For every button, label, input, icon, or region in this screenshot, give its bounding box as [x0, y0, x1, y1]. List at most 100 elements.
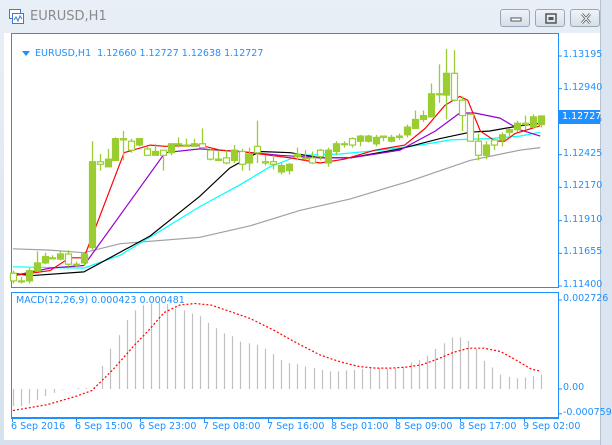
candle — [159, 149, 168, 171]
candle — [41, 252, 50, 265]
price-chart[interactable] — [0, 0, 612, 445]
candle-body-bull — [245, 153, 254, 164]
candle — [521, 115, 530, 130]
candle-body-bull — [104, 158, 113, 168]
candle-body-bear — [9, 272, 18, 282]
candle — [182, 138, 191, 147]
candle — [25, 268, 34, 284]
current-price-label: 1.12727 — [559, 110, 601, 124]
candle — [104, 148, 113, 168]
candle — [48, 255, 57, 260]
candle-body-bull — [419, 114, 428, 121]
candle — [277, 162, 286, 175]
time-tick-label: 8 Sep 01:00 — [331, 421, 389, 432]
candle — [127, 138, 136, 153]
candle — [395, 133, 404, 140]
candle-body-bear — [238, 150, 247, 165]
candle — [214, 150, 223, 162]
candle-body-bull — [387, 136, 396, 142]
collapse-arrow-icon[interactable] — [22, 51, 31, 56]
candle — [143, 146, 152, 156]
candle-body-bear — [48, 257, 57, 260]
candle — [403, 124, 412, 138]
candle — [332, 141, 341, 156]
candle — [198, 128, 207, 149]
candle — [356, 134, 365, 147]
candle-body-bull — [167, 143, 176, 154]
candle-body-bull — [364, 135, 373, 142]
candle-body-bull — [403, 126, 412, 136]
candle-body-bear — [348, 138, 357, 146]
price-tick-label: 1.11655 — [563, 246, 603, 258]
candle-body-bear — [490, 139, 499, 146]
time-tick-label: 8 Sep 09:00 — [395, 421, 453, 432]
candle — [490, 138, 499, 151]
candle-body-bull — [293, 153, 302, 158]
candle-body-bull — [190, 143, 199, 147]
candle-body-bear — [182, 144, 191, 147]
candle-body-bear — [474, 140, 483, 156]
candle — [238, 148, 247, 171]
candle-body-bull — [33, 262, 42, 272]
chart-header: EURUSD,H1 1.12660 1.12727 1.12638 1.1272… — [16, 37, 263, 59]
candle — [308, 151, 317, 165]
candle-body-bull — [356, 135, 365, 142]
candle-body-bull — [285, 163, 294, 172]
candle — [167, 143, 176, 156]
candle-body-bear — [261, 161, 270, 164]
candle-body-bull — [442, 72, 451, 96]
time-tick-label: 6 Sep 15:00 — [75, 421, 133, 432]
candle — [427, 83, 436, 118]
candle-body-bull — [88, 161, 97, 249]
price-tick-label: 1.12425 — [563, 147, 603, 159]
candle-body-bear — [127, 140, 136, 151]
candle-body-bull — [332, 143, 341, 153]
candle-body-bear — [466, 113, 475, 142]
candle — [387, 134, 396, 143]
candle-body-bear — [119, 138, 128, 141]
candle-body-bear — [521, 122, 530, 126]
time-tick-label: 6 Sep 23:00 — [139, 421, 197, 432]
candle-body-bear — [379, 135, 388, 138]
candle — [419, 110, 428, 122]
price-tick-label: 1.11400 — [563, 279, 603, 290]
time-tick-label: 7 Sep 08:00 — [203, 421, 261, 432]
candle-body-bull — [395, 135, 404, 138]
macd-tick-label: -0.000759 — [563, 406, 612, 418]
candle — [245, 147, 254, 171]
candle — [442, 48, 451, 120]
candle-body-bear — [206, 149, 215, 160]
price-tick-label: 1.13195 — [563, 49, 603, 60]
macd-tick-label: 0.002726 — [563, 293, 609, 304]
candle-body-bear — [72, 263, 81, 266]
candle — [505, 128, 514, 137]
candle-body-bull — [529, 116, 538, 128]
candle — [411, 110, 420, 129]
candle — [498, 132, 507, 147]
candle — [88, 141, 97, 251]
candle — [285, 162, 294, 175]
candle-body-bear — [17, 280, 26, 283]
candle-body-bull — [427, 93, 436, 118]
price-tick-label: 1.12170 — [563, 180, 603, 192]
candle-body-bull — [41, 255, 50, 264]
candle-body-bull — [151, 150, 160, 156]
candle — [316, 148, 325, 161]
candle — [80, 252, 89, 266]
candle — [348, 137, 357, 148]
candle — [135, 138, 144, 147]
candle-body-bear — [308, 157, 317, 164]
candle — [119, 130, 128, 161]
candle — [458, 96, 467, 131]
candle-body-bear — [198, 143, 207, 149]
candle-body-bear — [253, 145, 262, 154]
candle-body-bear — [316, 149, 325, 158]
candle — [64, 250, 73, 267]
candle-body-bull — [372, 136, 381, 145]
macd-signal-line — [12, 302, 542, 412]
candle — [253, 120, 262, 163]
candle-body-bull — [324, 149, 333, 164]
candle-body-bear — [143, 148, 152, 156]
candle — [364, 134, 373, 143]
candle — [435, 64, 444, 103]
